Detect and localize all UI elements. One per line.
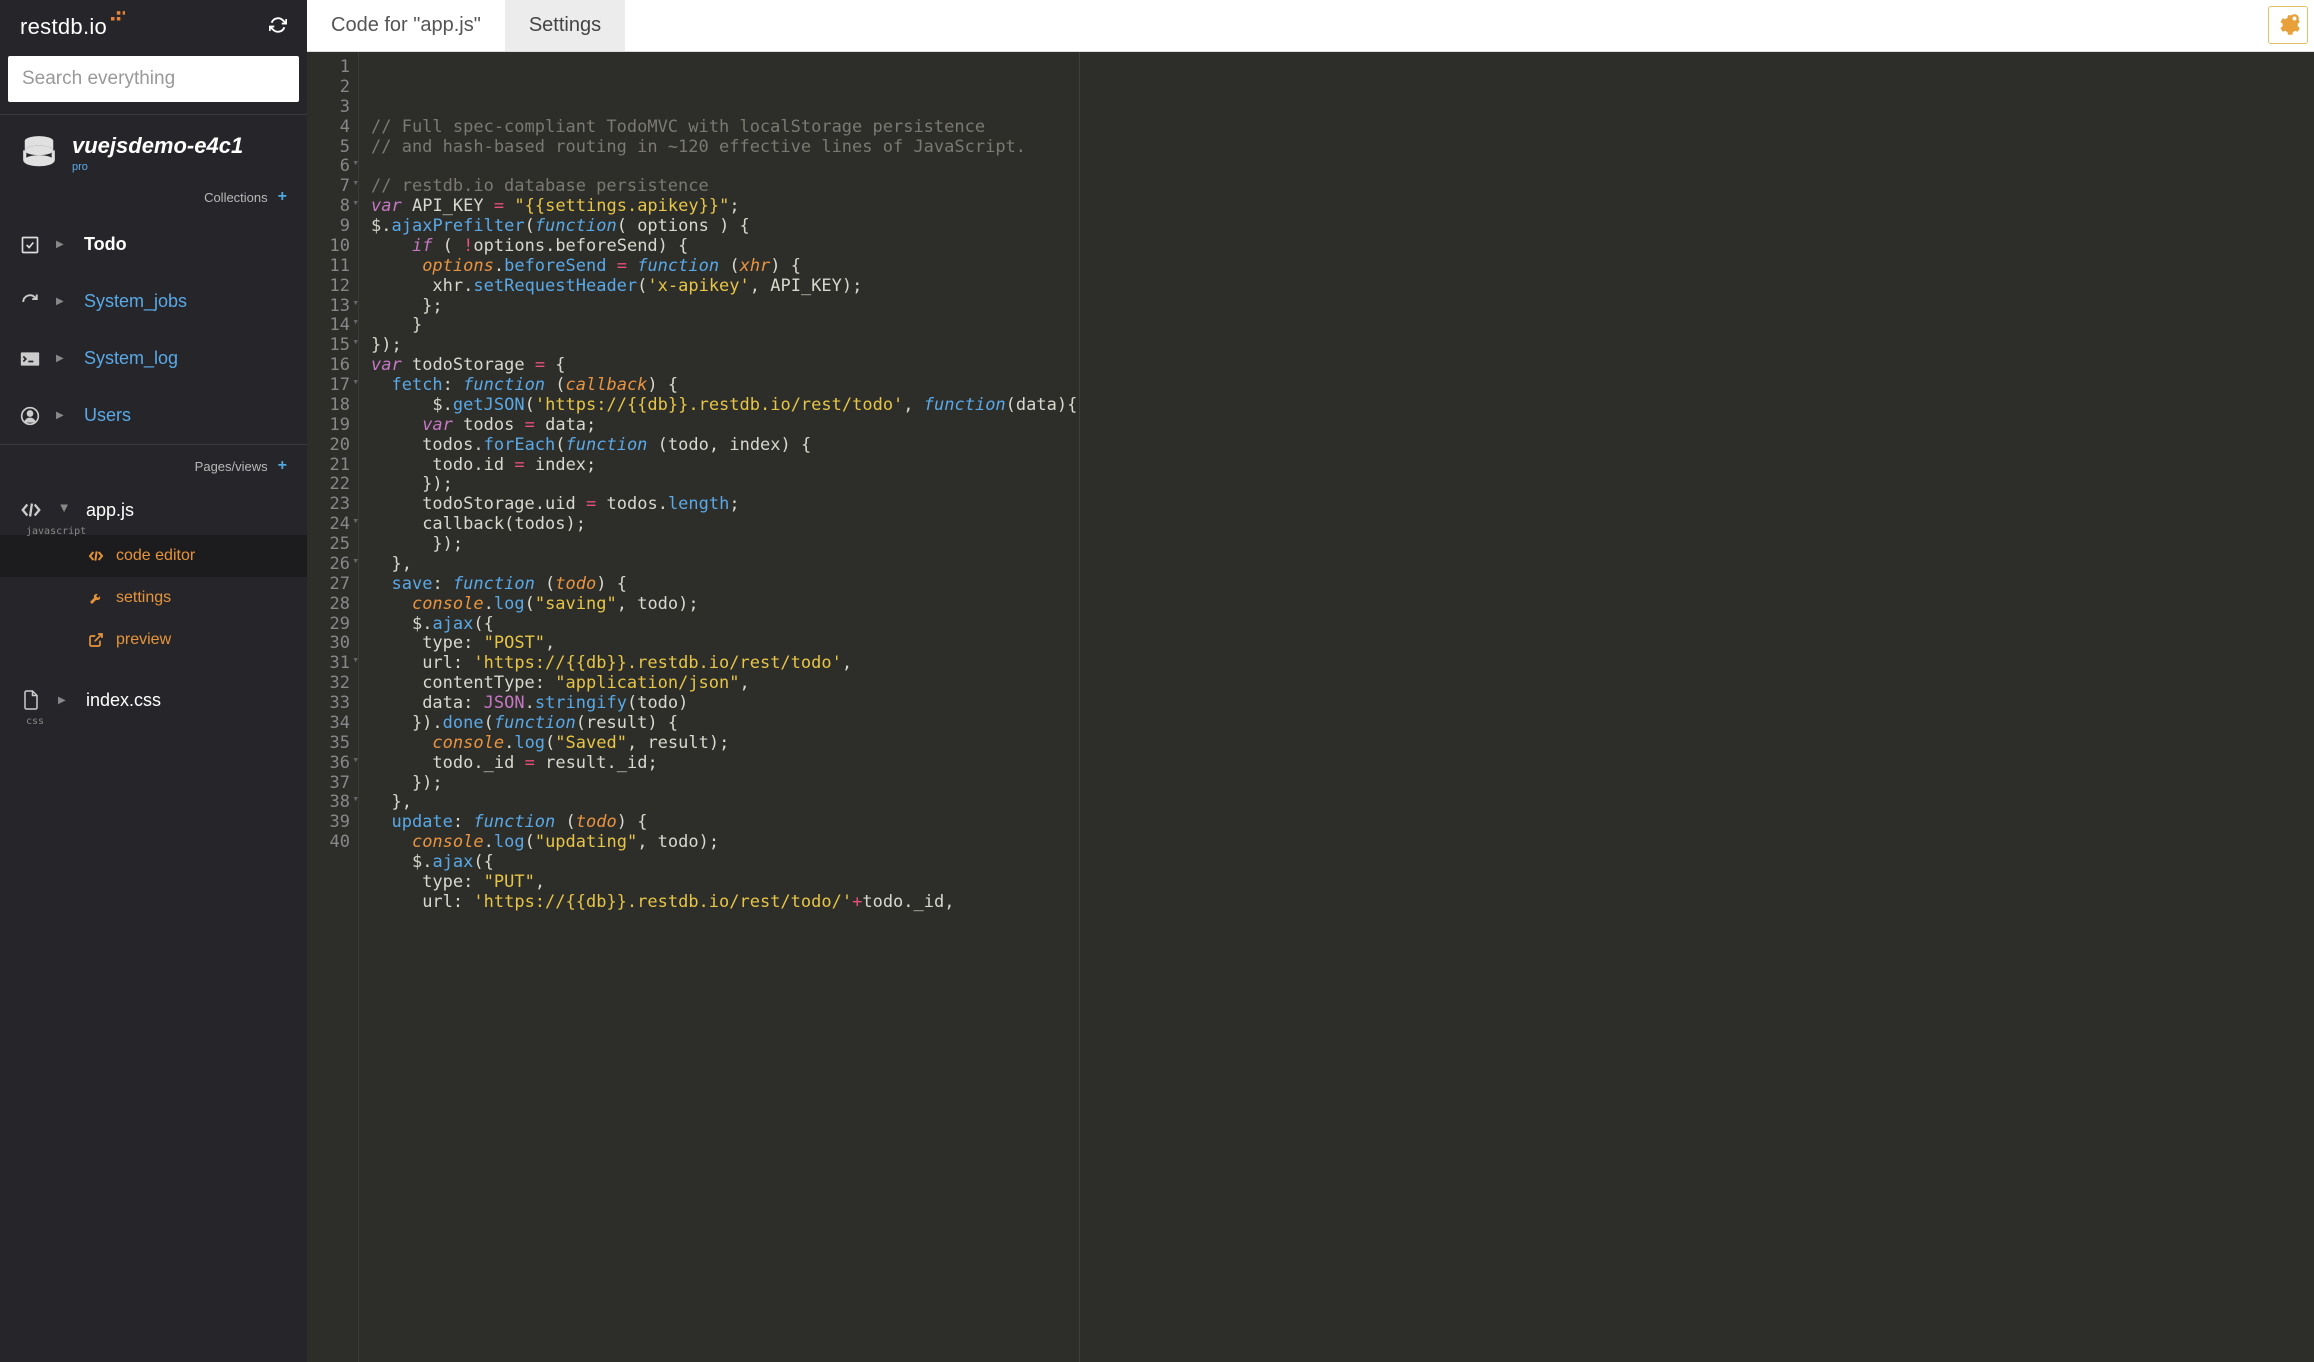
file-label-indexcss: index.css: [86, 690, 161, 711]
file-type-appjs: javascript: [26, 526, 86, 537]
caret-icon: ▶: [56, 239, 68, 250]
database-block[interactable]: vuejsdemo-e4c1 pro: [0, 115, 307, 184]
divider: [0, 444, 307, 445]
wrench-icon: [88, 590, 104, 606]
subitem-preview[interactable]: preview: [0, 619, 307, 661]
caret-icon: ▶: [56, 410, 68, 421]
external-link-icon: [88, 632, 104, 648]
caret-icon: ▶: [56, 296, 68, 307]
file-icon: [20, 689, 42, 711]
editor-margin-line: [1079, 52, 1080, 1362]
file-label-appjs: app.js: [86, 500, 134, 521]
code-icon: [88, 548, 104, 564]
tab-settings[interactable]: Settings: [505, 0, 625, 51]
terminal-icon: [20, 349, 40, 369]
nav-label-users: Users: [84, 405, 131, 426]
file-type-indexcss: css: [26, 716, 44, 727]
refresh-icon[interactable]: [269, 16, 287, 39]
subitem-label-preview: preview: [116, 631, 171, 649]
editor-code-area[interactable]: // Full spec-compliant TodoMVC with loca…: [359, 52, 2314, 1362]
subitem-label-settings: settings: [116, 589, 171, 607]
nav-label-todo: Todo: [84, 234, 127, 255]
pages-section-header: Pages/views +: [0, 453, 307, 485]
file-item-appjs[interactable]: ▶ app.js javascript: [0, 485, 307, 535]
search-wrap: [0, 50, 307, 114]
subitem-settings[interactable]: settings: [0, 577, 307, 619]
database-icon: [20, 133, 58, 176]
pages-section: Pages/views + ▶ app.js javascript code e…: [0, 453, 307, 725]
collections-section-header: Collections +: [0, 184, 307, 216]
nav-label-system-log: System_log: [84, 348, 178, 369]
settings-gear-button[interactable]: [2268, 6, 2308, 44]
search-input[interactable]: [8, 56, 299, 102]
add-collection-icon[interactable]: +: [278, 188, 287, 206]
caret-icon: ▶: [56, 353, 68, 364]
collections-label: Collections: [204, 190, 268, 205]
user-icon: [20, 406, 40, 426]
editor-gutter: 123456▾7▾8▾910111213▾14▾15▾1617▾18192021…: [307, 52, 359, 1362]
database-plan: pro: [72, 161, 243, 173]
sidebar: restdb.io vuejsdemo-e4c1 pro Collections…: [0, 0, 307, 1362]
add-page-icon[interactable]: +: [278, 457, 287, 475]
nav-item-system-jobs[interactable]: ▶ System_jobs: [0, 273, 307, 330]
nav-label-system-jobs: System_jobs: [84, 291, 187, 312]
sidebar-header: restdb.io: [0, 0, 307, 50]
caret-icon: ▶: [58, 695, 70, 706]
nav-item-users[interactable]: ▶ Users: [0, 387, 307, 444]
code-icon: [20, 499, 42, 521]
logo[interactable]: restdb.io: [20, 14, 125, 40]
file-item-indexcss[interactable]: ▶ index.css css: [0, 675, 307, 725]
pages-label: Pages/views: [195, 459, 268, 474]
code-editor[interactable]: 123456▾7▾8▾910111213▾14▾15▾1617▾18192021…: [307, 52, 2314, 1362]
reload-icon: [20, 292, 40, 312]
database-name: vuejsdemo-e4c1: [72, 133, 243, 159]
tab-code[interactable]: Code for "app.js": [307, 0, 505, 51]
nav-item-system-log[interactable]: ▶ System_log: [0, 330, 307, 387]
logo-dots-icon: [111, 10, 125, 29]
subitem-code-editor[interactable]: code editor: [0, 535, 307, 577]
main-panel: Code for "app.js" Settings 123456▾7▾8▾91…: [307, 0, 2314, 1362]
subitem-label-code-editor: code editor: [116, 547, 195, 565]
checkbox-icon: [20, 235, 40, 255]
chevron-down-icon: ▶: [59, 504, 70, 516]
nav-item-todo[interactable]: ▶ Todo: [0, 216, 307, 273]
logo-text: restdb.io: [20, 14, 107, 40]
topbar: Code for "app.js" Settings: [307, 0, 2314, 52]
